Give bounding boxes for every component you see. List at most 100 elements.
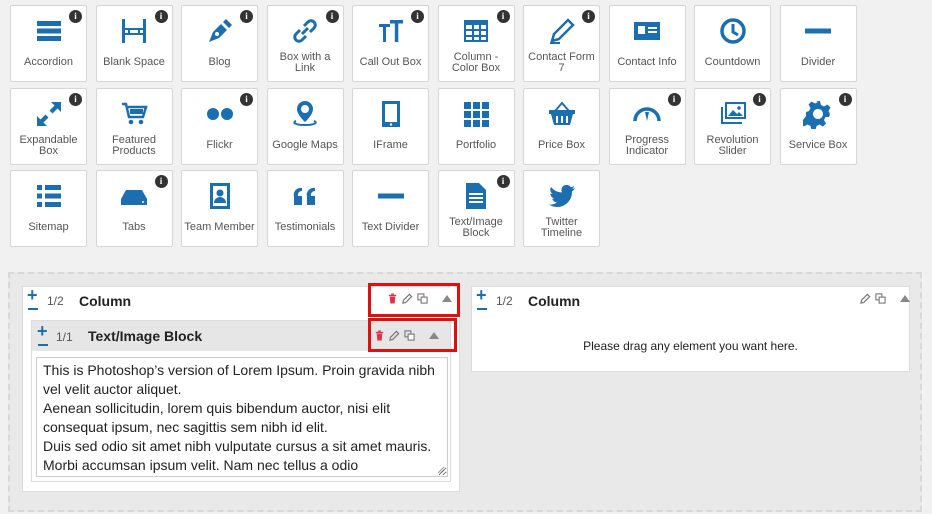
palette-item-blog[interactable]: Blog i [181, 5, 258, 82]
info-icon[interactable]: i [667, 93, 681, 106]
minus-bar-icon [781, 6, 856, 50]
column-resize-control[interactable]: + [476, 286, 488, 312]
palette-item-expandable-box[interactable]: Expandable Box i [10, 88, 87, 165]
palette-item-divider[interactable]: Divider [779, 5, 857, 82]
info-icon[interactable]: i [325, 10, 339, 23]
person-badge-icon [182, 171, 257, 215]
palette-item-revolution-slider[interactable]: Revolution Slider i [694, 88, 771, 165]
column-fraction: 1/2 [496, 294, 513, 308]
palette-item-progress-indicator[interactable]: Progress Indicator i [608, 88, 686, 165]
block-content-textarea[interactable]: This is Photoshop’s version of Lorem Ips… [36, 357, 448, 477]
info-icon[interactable]: i [69, 93, 82, 106]
palette-item-accordion[interactable]: Accordion i [10, 5, 87, 82]
block-content-text: This is Photoshop’s version of Lorem Ips… [43, 362, 435, 473]
block-fraction: 1/1 [56, 330, 73, 344]
column-toolbar [860, 293, 910, 304]
palette-item-label: Divider [800, 56, 836, 68]
palette-item-label: IFrame [373, 139, 408, 151]
text-image-block[interactable]: + 1/1 Text/Image Block This is Photoshop… [31, 318, 457, 482]
palette-item-label: Testimonials [274, 221, 336, 233]
plus-icon[interactable]: + [27, 286, 38, 304]
palette-item-team-member[interactable]: Team Member [181, 170, 258, 247]
grid-squares-icon [439, 89, 514, 133]
list-icon [11, 171, 86, 215]
info-icon[interactable]: i [496, 175, 510, 188]
palette-item-testimonials[interactable]: Testimonials [266, 170, 344, 247]
minus-icon[interactable] [477, 308, 487, 310]
basket-icon [524, 89, 599, 133]
palette-item-call-out-box[interactable]: Call Out Box i [352, 5, 429, 82]
column-left[interactable]: + 1/2 Column + 1/1 Text/Image Block This… [22, 283, 460, 492]
plus-icon[interactable]: + [476, 286, 487, 304]
palette-item-tabs[interactable]: Tabs i [95, 170, 173, 247]
palette-item-label: Price Box [537, 139, 586, 151]
palette-item-iframe[interactable]: IFrame [352, 88, 429, 165]
palette-item-sitemap[interactable]: Sitemap [10, 170, 87, 247]
palette-item-label: Accordion [24, 56, 73, 68]
palette-item-google-maps[interactable]: Google Maps [266, 88, 344, 165]
info-icon[interactable]: i [838, 93, 852, 106]
palette-item-label: Column - Color Box [451, 51, 501, 74]
info-icon[interactable]: i [154, 175, 168, 188]
palette-item-label: Contact Form 7 [528, 51, 595, 74]
palette-item-label: Expandable Box [19, 134, 78, 157]
edit-pencil-icon[interactable] [860, 293, 871, 304]
palette-item-label: Blog [208, 56, 231, 68]
minus-bar-icon [353, 171, 428, 215]
palette-item-label: Box with a Link [279, 51, 331, 74]
palette-item-label: Service Box [788, 139, 848, 151]
info-icon[interactable]: i [753, 93, 766, 106]
column-title: Column [528, 293, 581, 309]
palette-item-label: Google Maps [272, 139, 338, 151]
quote-icon [268, 171, 343, 215]
palette-item-price-box[interactable]: Price Box [523, 88, 600, 165]
info-icon[interactable]: i [154, 10, 168, 23]
info-icon[interactable]: i [582, 10, 595, 23]
palette-item-service-box[interactable]: Service Box i [779, 88, 857, 165]
palette-item-label: Contact Info [617, 56, 677, 68]
column-right[interactable]: + 1/2 Column Please drag any element you… [471, 286, 910, 372]
palette-item-column-color-box[interactable]: Column - Color Box i [437, 5, 515, 82]
palette-item-twitter-timeline[interactable]: Twitter Timeline [523, 170, 600, 247]
plus-icon[interactable]: + [37, 322, 48, 340]
palette-item-label: Progress Indicator [624, 134, 670, 157]
highlight-box [368, 318, 457, 352]
column-title: Column [79, 293, 132, 309]
palette-item-label: Flickr [206, 139, 233, 151]
info-icon[interactable]: i [69, 10, 82, 23]
palette-item-contact-info[interactable]: Contact Info [608, 5, 686, 82]
column-resize-control[interactable]: + [27, 286, 39, 312]
palette-item-flickr[interactable]: Flickr i [181, 88, 258, 165]
duplicate-icon[interactable] [875, 293, 886, 304]
layout-builder-area: + 1/2 Column + 1/1 Text/Image Block This… [8, 272, 922, 512]
palette-item-countdown[interactable]: Countdown [694, 5, 771, 82]
map-pin-icon [268, 89, 343, 133]
info-icon[interactable]: i [240, 10, 253, 23]
palette-item-label: Call Out Box [359, 56, 422, 68]
palette-item-label: Twitter Timeline [540, 216, 583, 239]
palette-item-label: Text Divider [361, 221, 420, 233]
cart-icon [97, 89, 172, 133]
info-icon[interactable]: i [496, 10, 510, 23]
palette-item-label: Countdown [704, 56, 761, 68]
minus-icon[interactable] [38, 344, 48, 346]
palette-item-contact-form-7[interactable]: Contact Form 7 i [523, 5, 600, 82]
palette-item-text-divider[interactable]: Text Divider [352, 170, 429, 247]
palette-item-label: Featured Products [111, 134, 157, 157]
block-resize-control[interactable]: + [37, 322, 49, 348]
palette-item-box-with-a-link[interactable]: Box with a Link i [266, 5, 344, 82]
palette-item-label: Portfolio [455, 139, 497, 151]
contact-card-icon [610, 6, 685, 50]
minus-icon[interactable] [28, 308, 38, 310]
column-fraction: 1/2 [47, 294, 64, 308]
palette-item-featured-products[interactable]: Featured Products [95, 88, 173, 165]
info-icon[interactable]: i [240, 93, 253, 106]
collapse-arrow-icon[interactable] [900, 295, 910, 302]
clock-icon [695, 6, 770, 50]
block-title: Text/Image Block [88, 328, 203, 344]
info-icon[interactable]: i [411, 10, 424, 23]
palette-item-blank-space[interactable]: Blank Space i [95, 5, 173, 82]
palette-item-portfolio[interactable]: Portfolio [437, 88, 515, 165]
resize-grip-icon[interactable] [437, 466, 445, 474]
palette-item-text-image-block[interactable]: Text/Image Block i [437, 170, 515, 247]
